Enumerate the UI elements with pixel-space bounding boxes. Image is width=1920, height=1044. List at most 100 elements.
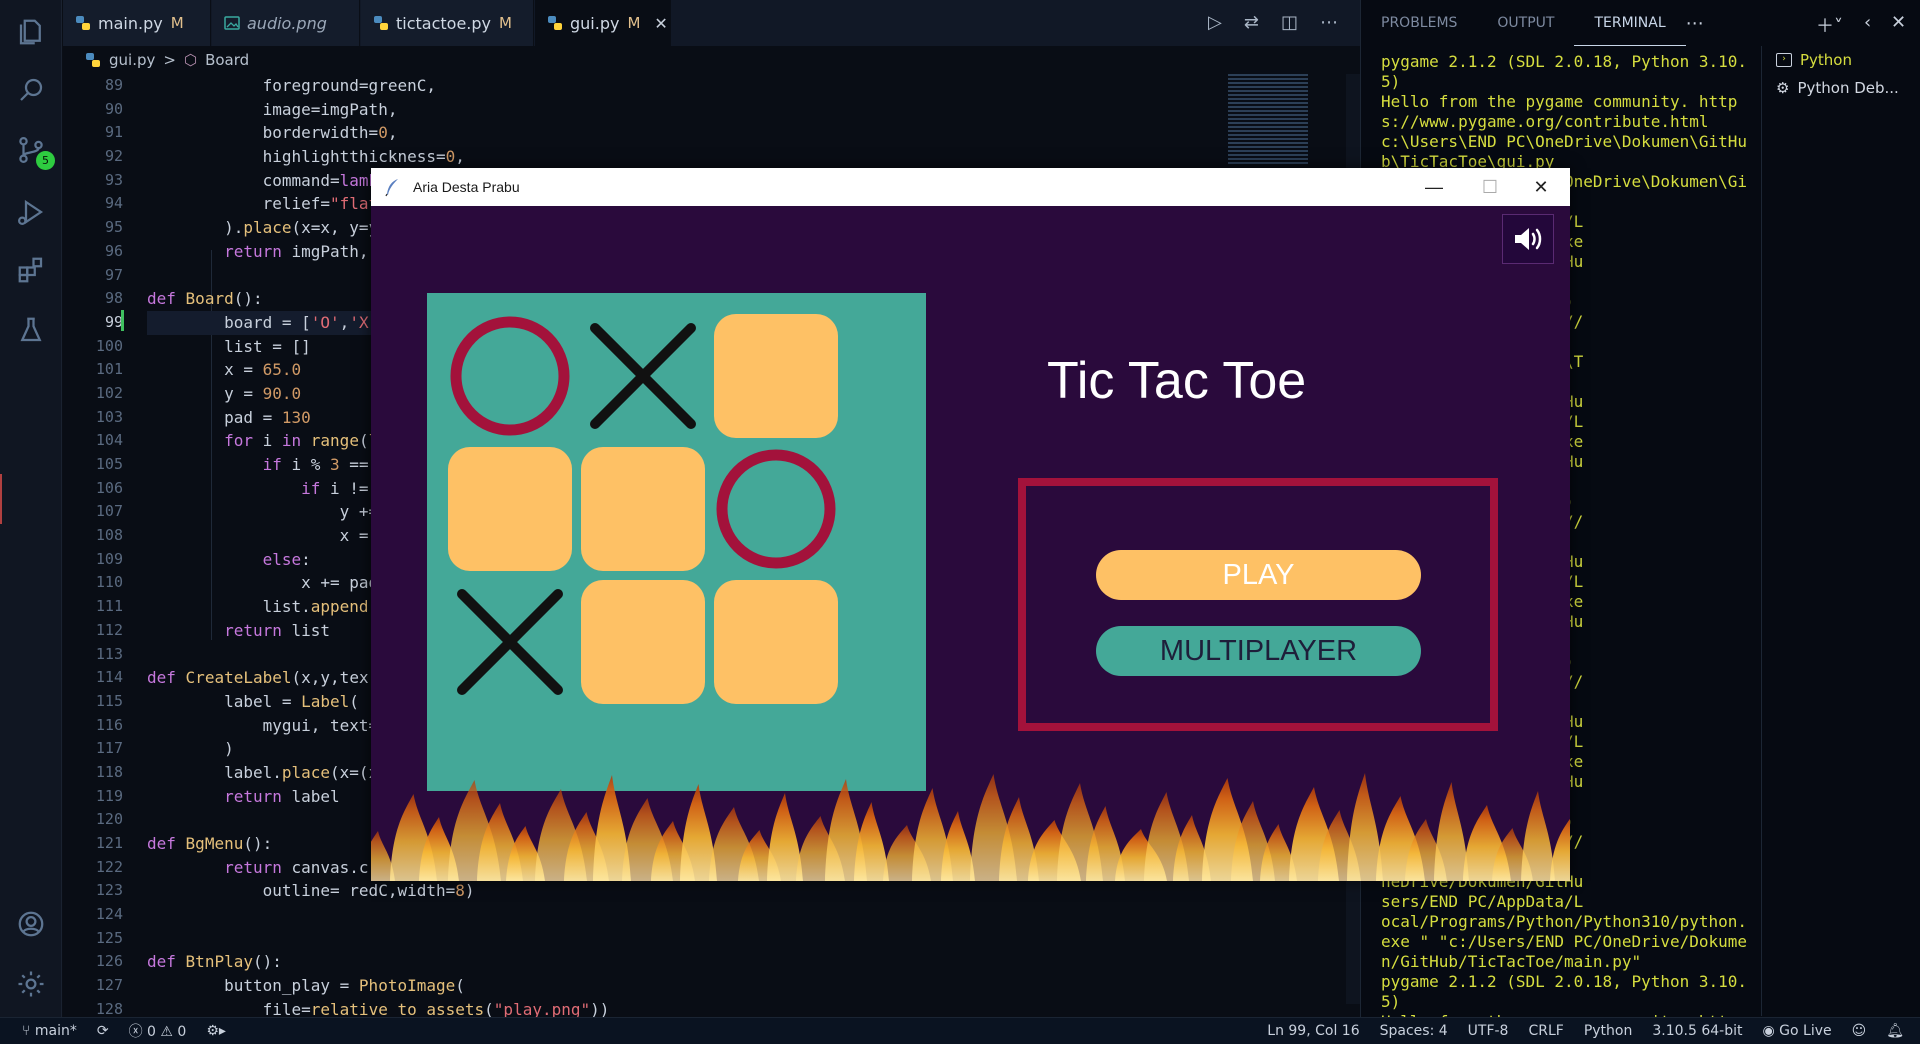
empty-tile — [714, 314, 838, 438]
maximize-icon[interactable]: ☐ — [1461, 168, 1519, 206]
close-window-icon[interactable]: ✕ — [1512, 168, 1570, 206]
interpreter[interactable]: 3.10.5 64-bit — [1642, 1023, 1752, 1039]
board-cell-empty[interactable] — [581, 447, 705, 571]
code-line[interactable]: button_play = PhotoImage( — [147, 974, 1287, 998]
code-line[interactable]: image=imgPath, — [147, 98, 1287, 122]
breadcrumb-file[interactable]: gui.py — [109, 51, 155, 69]
go-live-button[interactable]: ◉ Go Live — [1752, 1023, 1841, 1039]
tab-problems[interactable]: PROBLEMS — [1361, 0, 1477, 46]
line-number: 97 — [104, 265, 123, 284]
code-line[interactable]: borderwidth=0, — [147, 121, 1287, 145]
line-number: 109 — [95, 549, 123, 568]
board-cell-empty[interactable] — [448, 447, 572, 571]
tab-terminal[interactable]: TERMINAL — [1574, 0, 1686, 46]
empty-tile — [581, 447, 705, 571]
board-cell-x[interactable] — [448, 580, 572, 704]
line-number: 104 — [95, 431, 123, 450]
flame — [941, 811, 975, 881]
game-heading: Tic Tac Toe — [1047, 352, 1307, 410]
python-file-icon — [86, 53, 100, 67]
close-tab-icon[interactable]: ✕ — [654, 14, 667, 33]
line-number: 108 — [95, 526, 123, 545]
feedback-icon[interactable]: ☺ — [1842, 1023, 1877, 1039]
code-line[interactable]: highlightthickness=0, — [147, 145, 1287, 169]
more-icon[interactable]: ⋯ — [1686, 13, 1704, 34]
code-line[interactable]: foreground=greenC, — [147, 74, 1287, 98]
feather-icon — [385, 179, 398, 197]
cursor-position[interactable]: Ln 99, Col 16 — [1257, 1023, 1369, 1039]
menu-frame: PLAY MULTIPLAYER — [1018, 478, 1498, 731]
terminal-item-python[interactable]: › Python — [1762, 46, 1920, 74]
tab-main-py[interactable]: main.py M — [63, 0, 211, 46]
editor-actions: ▷ ⇄ ◫ ⋯ — [1208, 12, 1338, 33]
flame — [1550, 818, 1570, 881]
close-panel-icon[interactable]: ✕ — [1891, 12, 1906, 33]
symbol-icon: ⬡ — [183, 51, 198, 69]
more-actions-icon[interactable]: ⋯ — [1320, 12, 1338, 33]
line-number: 107 — [95, 502, 123, 521]
flame — [854, 802, 889, 881]
tab-tictactoe-py[interactable]: tictactoe.py M — [361, 0, 534, 46]
editor-tabs: main.py M audio.png tictactoe.py M gui.p… — [63, 0, 1360, 46]
split-editor-icon[interactable]: ◫ — [1281, 12, 1298, 33]
broadcast-icon: ◉ — [1762, 1023, 1775, 1039]
debug-run-icon[interactable]: ⚙▸ — [196, 1023, 236, 1039]
line-number: 102 — [95, 383, 123, 402]
run-icon[interactable]: ▷ — [1208, 12, 1222, 33]
code-line[interactable]: def BtnPlay(): — [147, 950, 1287, 974]
breadcrumb-separator: > — [163, 51, 176, 69]
new-terminal-icon[interactable]: ＋˅ — [1816, 12, 1843, 38]
tab-gui-py[interactable]: gui.py M ✕ — [535, 0, 671, 46]
problems-indicator[interactable]: ⓧ 0 ⚠ 0 — [119, 1021, 197, 1041]
settings-gear-icon[interactable] — [13, 966, 49, 1002]
testing-icon[interactable] — [13, 312, 49, 348]
board-cell-o[interactable] — [714, 447, 838, 571]
language-mode[interactable]: Python — [1574, 1023, 1643, 1039]
activity-marker — [0, 474, 2, 524]
line-number: 112 — [95, 620, 123, 639]
minimap[interactable] — [1228, 74, 1308, 164]
python-file-icon — [76, 16, 90, 30]
account-icon[interactable] — [13, 906, 49, 942]
tab-label: audio.png — [247, 13, 327, 33]
branch-icon: ⑂ — [22, 1023, 31, 1039]
play-button[interactable]: PLAY — [1096, 550, 1421, 600]
fire-decoration — [371, 773, 1570, 881]
indentation[interactable]: Spaces: 4 — [1370, 1023, 1458, 1039]
o-mark-icon — [450, 316, 570, 436]
search-icon[interactable] — [13, 72, 49, 108]
line-ending[interactable]: CRLF — [1518, 1023, 1573, 1039]
board-cell-empty[interactable] — [581, 580, 705, 704]
minimize-icon[interactable]: — — [1405, 168, 1463, 206]
sound-toggle-button[interactable] — [1502, 214, 1554, 264]
code-line[interactable] — [147, 903, 1287, 927]
source-control-icon[interactable]: 5 — [13, 132, 55, 170]
error-icon: ⓧ — [128, 1024, 143, 1040]
image-file-icon — [224, 16, 240, 30]
sync-icon[interactable]: ⟳ — [87, 1023, 119, 1039]
explorer-icon[interactable] — [13, 14, 49, 50]
tab-output[interactable]: OUTPUT — [1477, 0, 1574, 46]
tab-audio-png[interactable]: audio.png — [212, 0, 360, 46]
code-line[interactable] — [147, 927, 1287, 951]
code-line[interactable]: outline= redC,width=8) — [147, 879, 1287, 903]
board-cell-empty[interactable] — [714, 314, 838, 438]
encoding[interactable]: UTF-8 — [1458, 1023, 1519, 1039]
breadcrumb-symbol[interactable]: Board — [205, 51, 249, 69]
run-debug-icon[interactable] — [13, 194, 49, 230]
branch-indicator[interactable]: ⑂ main* — [12, 1023, 87, 1039]
board-cell-o[interactable] — [448, 314, 572, 438]
board-cell-x[interactable] — [581, 314, 705, 438]
error-count: 0 — [147, 1024, 156, 1040]
extensions-icon[interactable] — [13, 252, 49, 288]
warning-count: 0 — [177, 1024, 187, 1040]
empty-tile — [448, 447, 572, 571]
notifications-icon[interactable]: 🔔︎ — [1876, 1023, 1914, 1039]
multiplayer-button[interactable]: MULTIPLAYER — [1096, 626, 1421, 676]
terminal-list: › Python ⚙ Python Deb... — [1761, 46, 1920, 1016]
compare-icon[interactable]: ⇄ — [1244, 12, 1259, 33]
modified-marker: M — [627, 14, 641, 32]
chevron-left-icon[interactable]: ‹ — [1864, 12, 1871, 33]
board-cell-empty[interactable] — [714, 580, 838, 704]
terminal-item-python-debug[interactable]: ⚙ Python Deb... — [1762, 74, 1920, 102]
